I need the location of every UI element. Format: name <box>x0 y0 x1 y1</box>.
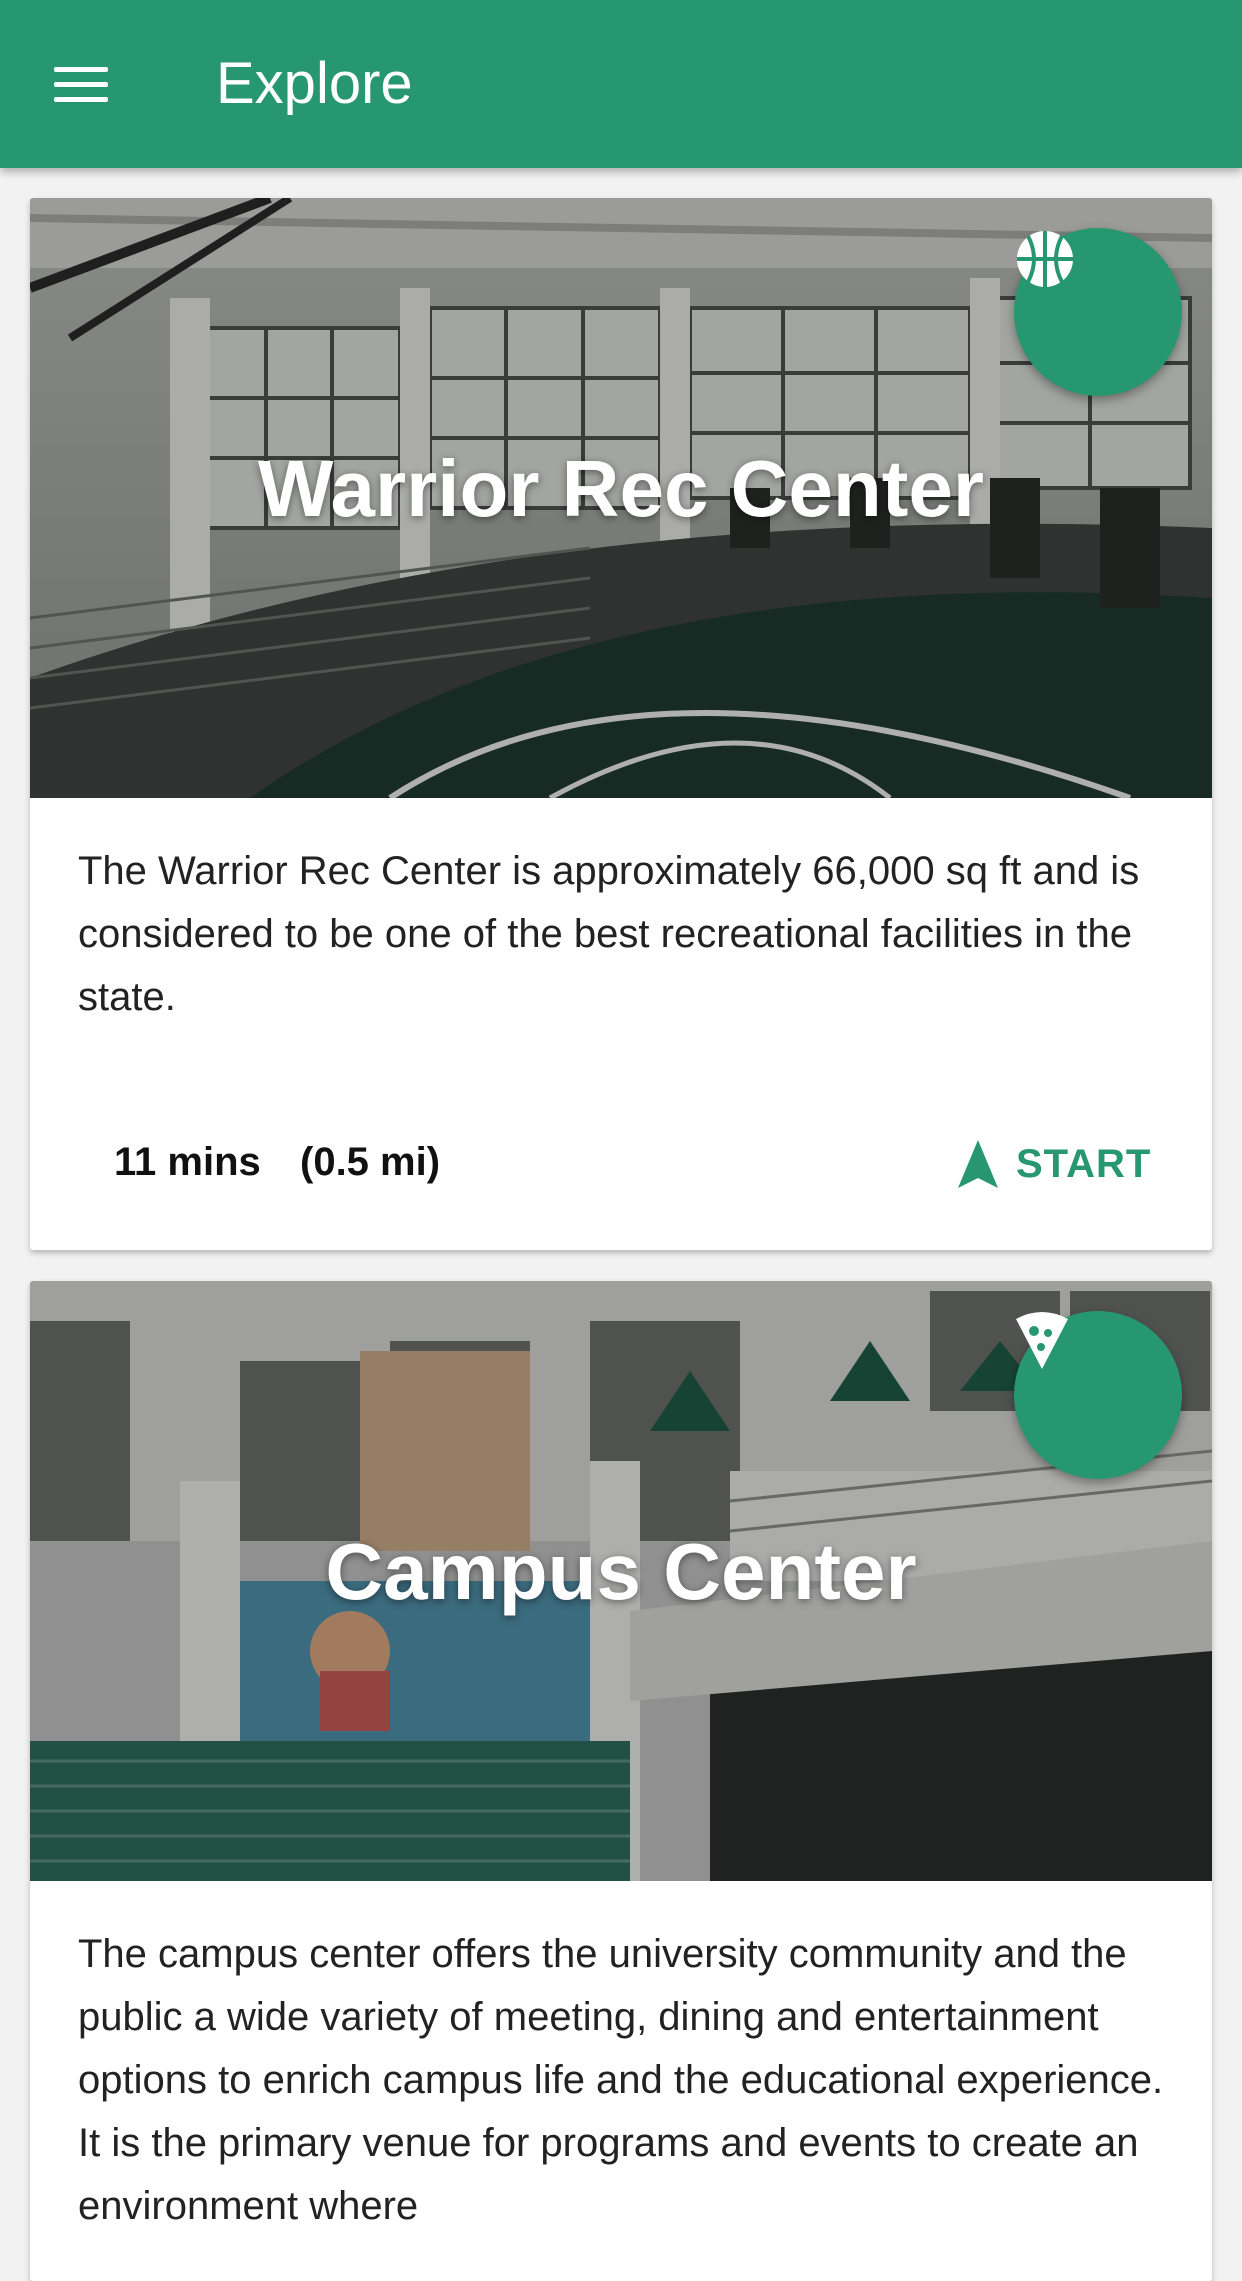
pizza-icon[interactable] <box>1014 1311 1182 1479</box>
card-description: The Warrior Rec Center is approximately … <box>78 849 1140 1019</box>
page-title: Explore <box>216 51 413 116</box>
card-hero-image: Campus Center <box>30 1281 1212 1881</box>
card-hero-image: Warrior Rec Center <box>30 198 1212 798</box>
app-bar: Explore <box>0 0 1242 168</box>
navigation-arrow-icon <box>958 1140 998 1188</box>
start-button-label: START <box>1016 1141 1152 1186</box>
place-card-campus-center[interactable]: Campus Center The campus center offers t… <box>30 1281 1212 2281</box>
menu-icon[interactable] <box>54 50 138 118</box>
card-footer: 11 mins (0.5 mi) START <box>30 1080 1212 1250</box>
travel-duration: 11 mins <box>114 1140 261 1184</box>
card-title: Warrior Rec Center <box>257 444 985 533</box>
card-title: Campus Center <box>325 1527 917 1616</box>
basketball-icon[interactable] <box>1014 228 1182 396</box>
place-card-warrior-rec-center[interactable]: Warrior Rec Center The Warrior Rec Cente… <box>30 198 1212 1250</box>
travel-distance: (0.5 mi) <box>300 1140 441 1184</box>
card-description: The campus center offers the university … <box>78 1932 1164 2228</box>
start-button[interactable]: START <box>958 1124 1158 1204</box>
